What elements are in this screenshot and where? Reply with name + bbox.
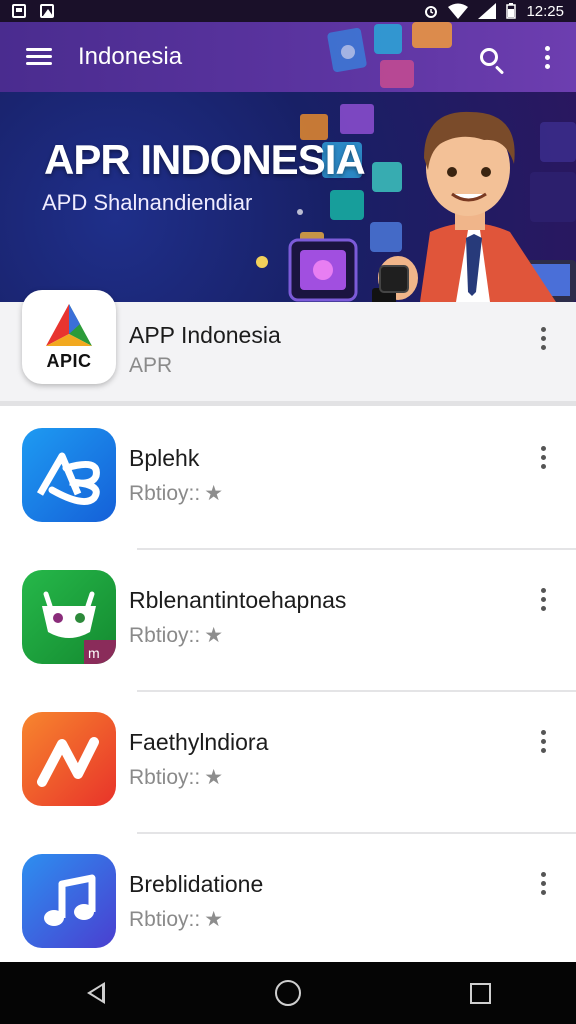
promo-banner[interactable]: APR INDONESIA APD Shalnandiendiar	[0, 92, 576, 302]
list-item[interactable]: Faethylndiora Rbtioy:: ★	[0, 692, 576, 832]
app-title: Faethylndiora	[129, 729, 269, 755]
star-icon: ★	[204, 766, 224, 789]
star-icon: ★	[204, 908, 224, 931]
battery-icon	[506, 3, 517, 19]
status-bar: 12:25	[0, 0, 576, 22]
app-more-button[interactable]	[541, 588, 546, 611]
notification-icon	[12, 4, 26, 18]
banner-subtitle: APD Shalnandiendiar	[42, 190, 253, 215]
back-button[interactable]	[56, 962, 136, 1024]
app-bar-title: Indonesia	[78, 43, 183, 70]
star-icon: ★	[204, 624, 224, 647]
list-item[interactable]: m Rblenantintoehapnas Rbtioy:: ★	[0, 550, 576, 690]
signal-icon	[478, 3, 497, 19]
status-left	[12, 4, 54, 18]
status-time: 12:25	[526, 2, 564, 20]
back-icon	[87, 982, 105, 1004]
app-more-button[interactable]	[541, 872, 546, 895]
featured-app-row[interactable]: APIC APP Indonesia APR	[0, 290, 576, 406]
recents-button[interactable]	[440, 962, 520, 1024]
app-title: Breblidatione	[129, 871, 264, 897]
apic-icon-text: APIC	[46, 351, 92, 371]
status-right: 12:25	[424, 3, 564, 20]
menu-button[interactable]	[0, 22, 78, 92]
recents-icon	[469, 982, 491, 1004]
list-item[interactable]: Bplehk Rbtioy:: ★	[0, 408, 576, 548]
app-bar-actions	[460, 22, 576, 92]
more-vert-icon	[544, 45, 550, 69]
app-more-button[interactable]	[541, 446, 546, 469]
app-rating: Rbtioy:: ★	[129, 766, 224, 789]
alarm-icon	[425, 6, 438, 18]
basket-face-icon: m	[22, 570, 116, 664]
n-logo-icon	[22, 712, 116, 806]
hamburger-icon	[26, 48, 52, 66]
app-rating: Rbtioy:: ★	[129, 624, 224, 647]
star-icon: ★	[204, 482, 224, 505]
app-rating: Rbtioy:: ★	[129, 908, 224, 931]
app-bar-decoration	[327, 22, 452, 88]
search-icon	[480, 48, 498, 66]
app-bar: Indonesia	[0, 22, 576, 92]
app-rating: Rbtioy:: ★	[129, 482, 224, 505]
list-item[interactable]: Breblidatione Rbtioy:: ★	[0, 834, 576, 974]
app-title: Bplehk	[129, 445, 200, 471]
home-icon	[275, 980, 301, 1006]
banner-title: APR INDONESIA	[44, 136, 366, 183]
wifi-icon	[448, 3, 469, 19]
ab-app-icon	[22, 428, 116, 522]
featured-app-title: APP Indonesia	[129, 322, 281, 348]
app-title: Rblenantintoehapnas	[129, 587, 347, 613]
apic-app-icon: APIC	[22, 290, 116, 384]
app-more-button[interactable]	[541, 730, 546, 753]
svg-text:m: m	[88, 645, 100, 661]
search-button[interactable]	[460, 22, 518, 92]
overflow-menu-button[interactable]	[518, 22, 576, 92]
navigation-bar	[0, 962, 576, 1024]
featured-app-subtitle: APR	[129, 354, 173, 377]
featured-more-button[interactable]	[541, 327, 546, 350]
music-note-icon	[22, 854, 116, 948]
image-icon	[40, 4, 54, 18]
home-button[interactable]	[248, 962, 328, 1024]
